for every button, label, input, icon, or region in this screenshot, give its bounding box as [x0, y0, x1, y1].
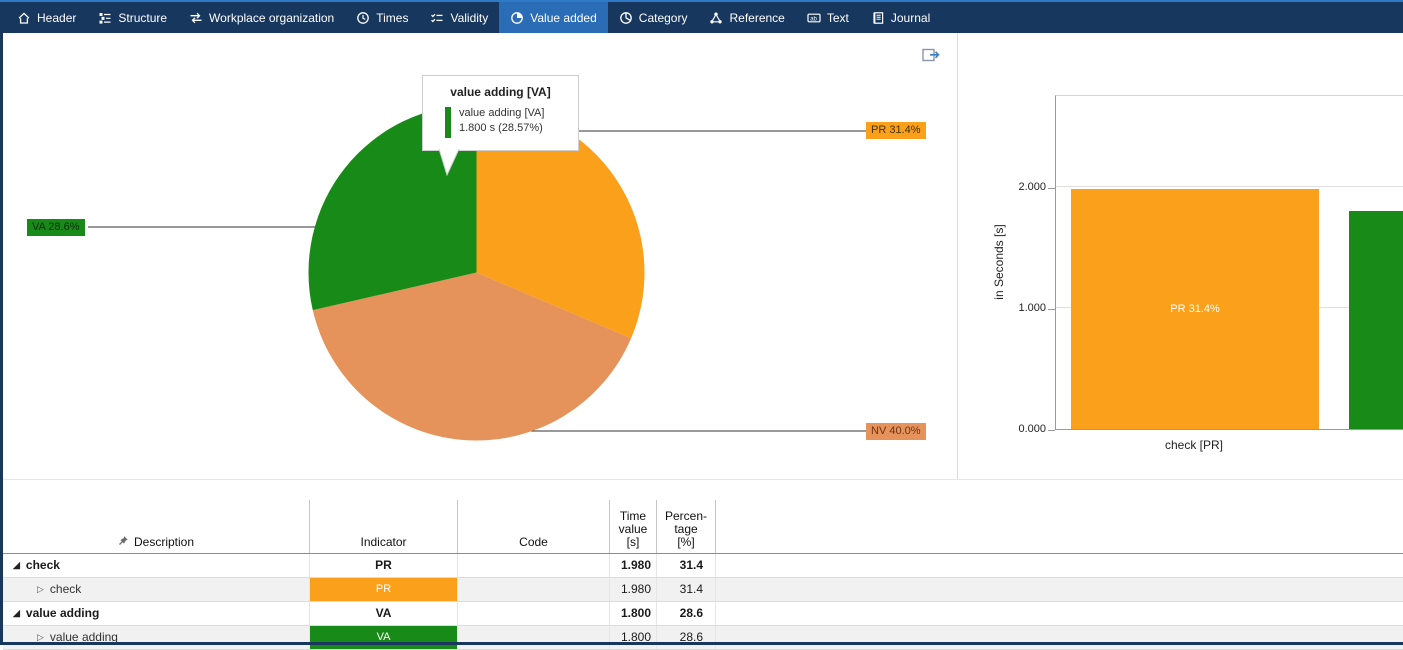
gridline-2 — [1056, 186, 1403, 187]
bar-value-adding--va-[interactable]: VA 28.6% — [1349, 211, 1403, 429]
tab-workplace-organization[interactable]: Workplace organization — [178, 2, 345, 33]
tooltip-title: value adding [VA] — [423, 76, 578, 106]
y-tick-label: 2.000 — [994, 181, 1046, 194]
tooltip-value: 1.800 s (28.57%) — [459, 121, 544, 136]
table-row-value-adding-detail[interactable]: ▷value adding VA 1.800 28.6 — [3, 626, 1403, 650]
y-tick-mark — [1048, 309, 1055, 310]
bar-value-label: PR 31.4% — [1170, 303, 1220, 315]
pie-callout-va: VA 28.6% — [27, 219, 85, 236]
column-header-percentage[interactable]: Percen- tage [%] — [657, 500, 716, 553]
column-header-filler — [716, 500, 1403, 553]
tooltip-pointer — [437, 149, 463, 177]
tab-header[interactable]: Header — [6, 2, 87, 33]
indicator-badge-pr: PR — [310, 578, 458, 601]
x-category-label: check [PR] — [1070, 438, 1318, 452]
expand-collapsed-icon[interactable]: ▷ — [37, 626, 44, 649]
bar-plot-area: PR 31.4% VA 28.6% — [1055, 95, 1403, 430]
nodes-network-icon — [709, 11, 723, 25]
pie-chart-icon — [619, 11, 633, 25]
tab-label: Value added — [530, 11, 597, 25]
collapse-expanded-icon[interactable]: ◢ — [13, 602, 20, 625]
expand-collapsed-icon[interactable]: ▷ — [37, 578, 44, 601]
tab-category[interactable]: Category — [608, 2, 699, 33]
tab-label: Journal — [891, 11, 930, 25]
table-row-check-detail[interactable]: ▷check PR 1.980 31.4 — [3, 578, 1403, 602]
tab-times[interactable]: Times — [345, 2, 419, 33]
indicator-badge-va: VA — [310, 626, 458, 649]
bar-chart-panel: in Seconds [s] 2.000 1.000 0.000 PR 31.4… — [958, 33, 1403, 479]
pie-segment-icon — [510, 11, 524, 25]
clock-icon — [356, 11, 370, 25]
table-row-check-group[interactable]: ◢check PR 1.980 31.4 — [3, 554, 1403, 578]
y-tick-label: 0.000 — [994, 423, 1046, 436]
y-axis-title: in Seconds [s] — [992, 182, 1008, 342]
svg-text:ab: ab — [810, 16, 817, 22]
y-tick-label: 1.000 — [994, 302, 1046, 315]
tab-label: Reference — [729, 11, 784, 25]
pie-callout-pr: PR 31.4% — [866, 122, 926, 139]
tooltip-series-label: value adding [VA] — [459, 106, 544, 121]
home-icon — [17, 11, 31, 25]
tab-journal[interactable]: Journal — [860, 2, 941, 33]
y-tick-mark — [1048, 188, 1055, 189]
tab-validity[interactable]: Validity — [419, 2, 499, 33]
pie-chart-panel: PR 31.4% VA 28.6% NV 40.0% value adding … — [3, 33, 957, 479]
y-tick-mark — [1048, 430, 1055, 431]
tab-label: Times — [376, 11, 408, 25]
collapse-expanded-icon[interactable]: ◢ — [13, 554, 20, 577]
swap-arrows-icon — [189, 11, 203, 25]
pin-icon — [118, 535, 129, 549]
journal-book-icon — [871, 11, 885, 25]
column-header-description[interactable]: Description — [3, 500, 310, 553]
top-nav-bar: Header Structure Workplace organization … — [0, 0, 1403, 33]
export-icon[interactable] — [921, 45, 941, 65]
structure-tree-icon — [98, 11, 112, 25]
column-header-code[interactable]: Code — [458, 500, 610, 553]
pie-callout-nv: NV 40.0% — [866, 423, 926, 440]
tooltip-series-swatch — [445, 107, 451, 138]
checklist-icon — [430, 11, 444, 25]
tab-structure[interactable]: Structure — [87, 2, 178, 33]
tab-label: Category — [639, 11, 688, 25]
tab-label: Structure — [118, 11, 167, 25]
window-left-border — [0, 33, 3, 645]
table-header: Description Indicator Code Time value [s… — [3, 500, 1403, 554]
tab-reference[interactable]: Reference — [698, 2, 795, 33]
column-header-indicator[interactable]: Indicator — [310, 500, 458, 553]
bar-check--pr-[interactable]: PR 31.4% — [1071, 189, 1319, 429]
value-added-table: Description Indicator Code Time value [s… — [3, 480, 1403, 642]
tab-label: Text — [827, 11, 849, 25]
tab-text[interactable]: ab Text — [796, 2, 860, 33]
tab-value-added[interactable]: Value added — [499, 2, 608, 33]
tab-label: Header — [37, 11, 76, 25]
tab-label: Validity — [450, 11, 488, 25]
column-header-time-value[interactable]: Time value [s] — [610, 500, 657, 553]
table-row-value-adding-group[interactable]: ◢value adding VA 1.800 28.6 — [3, 602, 1403, 626]
pie-tooltip: value adding [VA] value adding [VA] 1.80… — [422, 75, 579, 151]
abc-text-icon: ab — [807, 11, 821, 25]
tab-label: Workplace organization — [209, 11, 334, 25]
